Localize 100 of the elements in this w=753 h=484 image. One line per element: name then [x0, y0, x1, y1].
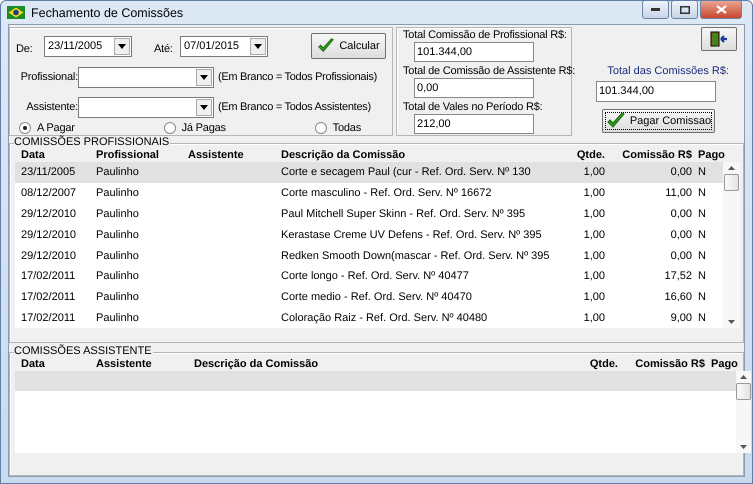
radio-label[interactable]: A Pagar — [37, 122, 75, 134]
caret-icon — [200, 104, 208, 110]
column-header: Profissional — [95, 149, 160, 161]
scroll-up-icon — [728, 166, 735, 170]
grand-total-field[interactable]: 101.344,00 — [596, 81, 716, 102]
table-cell-text: N — [697, 270, 707, 282]
column-header: Assistente — [95, 358, 153, 370]
column-header: Data — [20, 149, 46, 161]
professional-hint: (Em Branco = Todos Profissionais) — [218, 71, 377, 83]
table-cell-text: Paulinho — [95, 228, 140, 241]
table-row[interactable]: 29/12/2010 Paulinho Kerastase Creme UV Defens - Ref. Ord. Serv. Nº 395 1,00 0,00 N — [15, 224, 723, 246]
table-cell-text: 1,00 — [582, 228, 605, 241]
minimize-button[interactable] — [642, 1, 669, 19]
scroll-thumb[interactable] — [736, 383, 751, 400]
pay-commission-button[interactable]: Pagar Comissao — [602, 109, 715, 133]
table-cell-text: Paul Mitchell Super Skinn - Ref. Ord. Serv. Nº 395 — [280, 208, 526, 220]
scroll-up-icon — [740, 375, 747, 379]
to-date-field[interactable]: 07/01/2015 — [180, 36, 268, 56]
grand-total-label: Total das Comissões R$: — [607, 65, 729, 77]
table-cell-text: N — [697, 228, 707, 241]
maximize-button[interactable] — [671, 1, 698, 19]
table-cell-text: 1,00 — [582, 250, 605, 262]
table-cell-text: N — [697, 291, 707, 304]
table-cell-text: 29/12/2010 — [20, 250, 78, 262]
total-label: Total de Vales no Período R$: — [403, 101, 544, 113]
table-cell-text: N — [697, 208, 707, 220]
table-cell-text: 17/02/2011 — [20, 312, 76, 324]
table-cell-text: Paulinho — [95, 208, 140, 220]
scrollbar[interactable] — [723, 162, 740, 328]
table-cell-text: Corte e secagem Paul (cur - Ref. Ord. Serv. Nº 130 — [280, 166, 532, 178]
table-cell-text: Coloração Raiz - Ref. Ord. Serv. Nº 40480 — [280, 312, 488, 324]
table-cell-text: 1,00 — [582, 312, 605, 324]
table-row[interactable]: 08/12/2007 Paulinho Corte masculino - Ref. Ord. Serv. Nº 16672 1,00 11,00 N — [15, 182, 723, 204]
table-cell-text: 1,00 — [582, 166, 605, 178]
table-cell-text: N — [697, 166, 707, 178]
table-cell-text: Paulinho — [95, 166, 140, 178]
column-header: Comissão R$ — [634, 358, 705, 370]
table-cell-text: 1,00 — [582, 270, 605, 282]
flag-icon — [7, 6, 25, 19]
column-header: Descrição da Comissão — [280, 149, 406, 161]
table-row[interactable]: 17/02/2011 Paulinho Corte medio - Ref. Ord. Serv. Nº 40470 1,00 16,60 N — [15, 286, 723, 308]
table-cell-text: N — [697, 312, 707, 324]
group-title: COMISSÕES PROFISSIONAIS — [14, 136, 170, 148]
minimize-icon — [651, 8, 660, 11]
table-cell-text: 17/02/2011 — [20, 270, 76, 282]
table-cell-text: Paulinho — [95, 291, 140, 304]
assistant-select[interactable] — [78, 96, 214, 118]
table-cell-text: Corte longo - Ref. Ord. Serv. Nº 40477 — [280, 270, 470, 282]
column-header: Pago — [697, 149, 723, 161]
calculate-button[interactable]: Calcular — [311, 33, 386, 59]
table-cell-text: Paulinho — [95, 312, 140, 324]
table-cell-text: 23/11/2005 — [20, 166, 76, 178]
checkmark-icon — [317, 37, 336, 55]
table-cell-text: Paulinho — [95, 250, 140, 262]
radio-label[interactable]: Todas — [332, 122, 361, 134]
professional-select[interactable] — [78, 66, 214, 88]
table-cell-text: 1,00 — [582, 291, 605, 304]
table-cell-text: 08/12/2007 — [20, 187, 78, 200]
table-cell-text: 16,60 — [663, 291, 692, 304]
table-row[interactable]: 17/02/2011 Paulinho Coloração Raiz - Ref. Ord. Serv. Nº 40480 1,00 9,00 N — [15, 308, 723, 328]
exit-button[interactable] — [701, 27, 737, 51]
column-header: Qtde. — [588, 358, 618, 370]
radio-button[interactable] — [19, 122, 31, 134]
total-field[interactable]: 212,00 — [414, 114, 534, 134]
column-header: Pago — [710, 358, 736, 370]
total-field[interactable]: 101.344,00 — [414, 42, 534, 62]
caret-icon — [200, 74, 208, 80]
table-cell-text: 17,52 — [663, 270, 692, 282]
table-row[interactable]: 29/12/2010 Paulinho Paul Mitchell Super Skinn - Ref. Ord. Serv. Nº 395 1,00 0,00 N — [15, 204, 723, 224]
table-cell-text: 29/12/2010 — [20, 208, 78, 220]
column-header: Descrição da Comissão — [193, 358, 320, 370]
total-field[interactable]: 0,00 — [414, 78, 534, 98]
table-cell-text: Paulinho — [95, 270, 140, 282]
radio-button[interactable] — [164, 122, 176, 134]
table-cell-text: Redken Smooth Down(mascar - Ref. Ord. Serv. Nº 395 — [280, 250, 551, 262]
caret-icon — [254, 44, 262, 48]
table-cell-text: Corte masculino - Ref. Ord. Serv. Nº 16672 — [280, 187, 492, 200]
table-cell-text: 29/12/2010 — [20, 228, 78, 241]
window-title: Fechamento de Comissões — [31, 6, 184, 20]
scrollbar[interactable] — [736, 371, 751, 453]
table-row[interactable]: 17/02/2011 Paulinho Corte longo - Ref. Ord. Serv. Nº 40477 1,00 17,52 N — [15, 266, 723, 287]
table-row[interactable]: 23/11/2005 Paulinho Corte e secagem Paul (cur - Ref. Ord. Serv. Nº 130 1,00 0,00 N — [15, 162, 723, 183]
scroll-down-icon — [740, 445, 747, 449]
close-button[interactable] — [700, 1, 742, 19]
table-cell-text: 0,00 — [670, 228, 692, 241]
radio-label[interactable]: Já Pagas — [182, 122, 226, 134]
radio-button[interactable] — [314, 122, 327, 134]
total-label: Total Comissão de Profissional R$: — [403, 29, 568, 41]
maximize-icon — [680, 6, 690, 14]
exit-door-icon — [709, 31, 729, 47]
assistant-label: Assistente: — [25, 101, 78, 113]
scroll-thumb[interactable] — [724, 174, 739, 191]
from-label: De: — [16, 43, 34, 55]
table-cell-text: 1,00 — [582, 208, 605, 220]
table-cell-text: 0,00 — [670, 208, 692, 220]
table-cell-text: 17/02/2011 — [20, 291, 76, 304]
professional-label: Profissional: — [20, 71, 78, 83]
from-date-field[interactable]: 23/11/2005 — [44, 36, 132, 56]
to-label: Até: — [154, 43, 174, 55]
table-row[interactable]: 29/12/2010 Paulinho Redken Smooth Down(mascar - Ref. Ord. Serv. Nº 395 1,00 0,00 N — [15, 245, 723, 266]
